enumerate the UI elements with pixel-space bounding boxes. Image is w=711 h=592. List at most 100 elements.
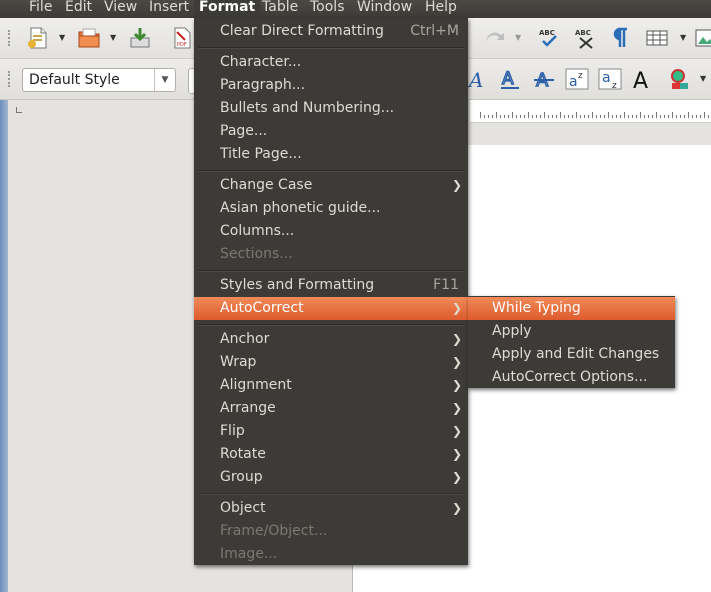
menu-item-arrange[interactable]: Arrange ❯: [194, 397, 468, 420]
svg-text:A: A: [467, 68, 483, 91]
menu-item-rotate[interactable]: Rotate ❯: [194, 443, 468, 466]
menu-item-columns[interactable]: Columns...: [194, 220, 468, 243]
menu-window[interactable]: Window: [352, 0, 417, 18]
menu-item-alignment[interactable]: Alignment ❯: [194, 374, 468, 397]
menu-item-bullets-and-numbering[interactable]: Bullets and Numbering...: [194, 97, 468, 120]
menu-item-apply-and-edit-changes[interactable]: Apply and Edit Changes: [468, 343, 675, 366]
menu-item-autocorrect[interactable]: AutoCorrect ❯: [194, 297, 468, 320]
menu-edit[interactable]: Edit: [60, 0, 97, 18]
autospellcheck-icon[interactable]: ABC: [574, 26, 598, 50]
highlight-color-icon[interactable]: [668, 67, 692, 91]
menu-item-character[interactable]: Character...: [194, 51, 468, 74]
new-document-icon[interactable]: [26, 26, 50, 50]
ruler-tick: [700, 115, 701, 118]
image-icon[interactable]: [694, 26, 711, 50]
menu-item-image: Image...: [194, 543, 468, 566]
menu-item-label: Group: [220, 469, 263, 485]
chevron-down-icon[interactable]: ▼: [110, 33, 116, 42]
open-folder-icon[interactable]: [77, 26, 101, 50]
menu-item-frame-object: Frame/Object...: [194, 520, 468, 543]
formatting-marks-icon[interactable]: [608, 26, 632, 50]
menu-item-autocorrect-options[interactable]: AutoCorrect Options...: [468, 366, 675, 389]
menu-item-anchor[interactable]: Anchor ❯: [194, 328, 468, 351]
chevron-right-icon: ❯: [451, 424, 462, 438]
ruler-tick: [660, 115, 661, 118]
ruler-tick: [508, 115, 509, 118]
menu-item-label: Flip: [220, 423, 245, 439]
menu-item-change-case[interactable]: Change Case ❯: [194, 174, 468, 197]
horizontal-ruler[interactable]: [470, 100, 711, 123]
menu-item-label: While Typing: [492, 300, 581, 316]
menu-item-asian-phonetic-guide[interactable]: Asian phonetic guide...: [194, 197, 468, 220]
menu-table[interactable]: Table: [257, 0, 303, 18]
chevron-down-icon[interactable]: ▼: [515, 33, 521, 42]
chevron-down-icon[interactable]: ▼: [59, 33, 65, 42]
menu-item-label: Apply and Edit Changes: [492, 346, 660, 362]
chevron-right-icon: ❯: [451, 301, 462, 315]
menu-item-clear-direct-formatting[interactable]: Clear Direct Formatting Ctrl+M: [194, 20, 468, 43]
menu-item-group[interactable]: Group ❯: [194, 466, 468, 489]
chevron-down-icon[interactable]: ▼: [680, 33, 686, 42]
menu-item-label: Columns...: [220, 223, 295, 239]
ruler-tick: [560, 112, 561, 118]
svg-text:ABC: ABC: [575, 29, 591, 37]
ruler-tick: [616, 115, 617, 118]
paragraph-style-combo[interactable]: Default Style ▼: [22, 68, 176, 92]
ruler-tick: [680, 115, 681, 118]
chevron-down-icon[interactable]: ▼: [700, 74, 706, 83]
subscript-icon[interactable]: a z: [598, 67, 622, 91]
shortcut-label: F11: [433, 277, 459, 293]
ruler-tick: [484, 115, 485, 118]
svg-text:a: a: [569, 74, 578, 90]
svg-text:ABC: ABC: [539, 29, 555, 37]
svg-text:z: z: [578, 71, 583, 81]
table-icon[interactable]: [645, 26, 669, 50]
ruler-tick: [556, 115, 557, 118]
underline-icon[interactable]: A: [498, 67, 522, 91]
menu-item-label: AutoCorrect Options...: [492, 369, 648, 385]
superscript-icon[interactable]: a z: [565, 67, 589, 91]
svg-text:A: A: [502, 69, 514, 89]
ruler-tick: [600, 115, 601, 118]
ruler-tick: [576, 112, 577, 118]
menu-item-styles-and-formatting[interactable]: Styles and Formatting F11: [194, 274, 468, 297]
export-pdf-icon[interactable]: PDF: [170, 26, 194, 50]
menu-item-object[interactable]: Object ❯: [194, 497, 468, 520]
strikethrough-icon[interactable]: A: [532, 67, 556, 91]
menu-item-label: Apply: [492, 323, 532, 339]
menu-insert[interactable]: Insert: [144, 0, 194, 18]
font-color-icon[interactable]: A: [631, 67, 655, 91]
ruler-tick: [524, 115, 525, 118]
ruler-tick: [640, 112, 641, 118]
spellcheck-icon[interactable]: ABC: [538, 26, 562, 50]
menu-item-flip[interactable]: Flip ❯: [194, 420, 468, 443]
italic-a-icon[interactable]: A: [467, 67, 491, 91]
ruler-tick: [668, 115, 669, 118]
menu-view[interactable]: View: [99, 0, 142, 18]
menu-help[interactable]: Help: [420, 0, 462, 18]
menu-item-paragraph[interactable]: Paragraph...: [194, 74, 468, 97]
menu-format[interactable]: Format: [194, 0, 261, 18]
chevron-down-icon[interactable]: ▼: [154, 69, 175, 91]
ruler-tick: [572, 115, 573, 118]
menu-item-label: Title Page...: [220, 146, 302, 162]
menu-separator: [198, 170, 464, 172]
menu-tools[interactable]: Tools: [305, 0, 350, 18]
ruler-tick: [516, 115, 517, 118]
shortcut-label: Ctrl+M: [410, 23, 459, 39]
ruler-tick: [512, 112, 513, 118]
ruler-tick: [500, 115, 501, 118]
menu-file[interactable]: File: [24, 0, 57, 18]
menu-item-apply[interactable]: Apply: [468, 320, 675, 343]
chevron-right-icon: ❯: [451, 401, 462, 415]
redo-icon[interactable]: [482, 26, 506, 50]
menu-item-page[interactable]: Page...: [194, 120, 468, 143]
menu-item-label: Image...: [220, 546, 278, 562]
menu-item-wrap[interactable]: Wrap ❯: [194, 351, 468, 374]
ruler-tick: [644, 115, 645, 118]
menu-item-title-page[interactable]: Title Page...: [194, 143, 468, 166]
save-icon[interactable]: [128, 26, 152, 50]
ruler-tick: [596, 115, 597, 118]
menu-item-label: Page...: [220, 123, 268, 139]
menu-item-while-typing[interactable]: While Typing: [468, 297, 675, 320]
